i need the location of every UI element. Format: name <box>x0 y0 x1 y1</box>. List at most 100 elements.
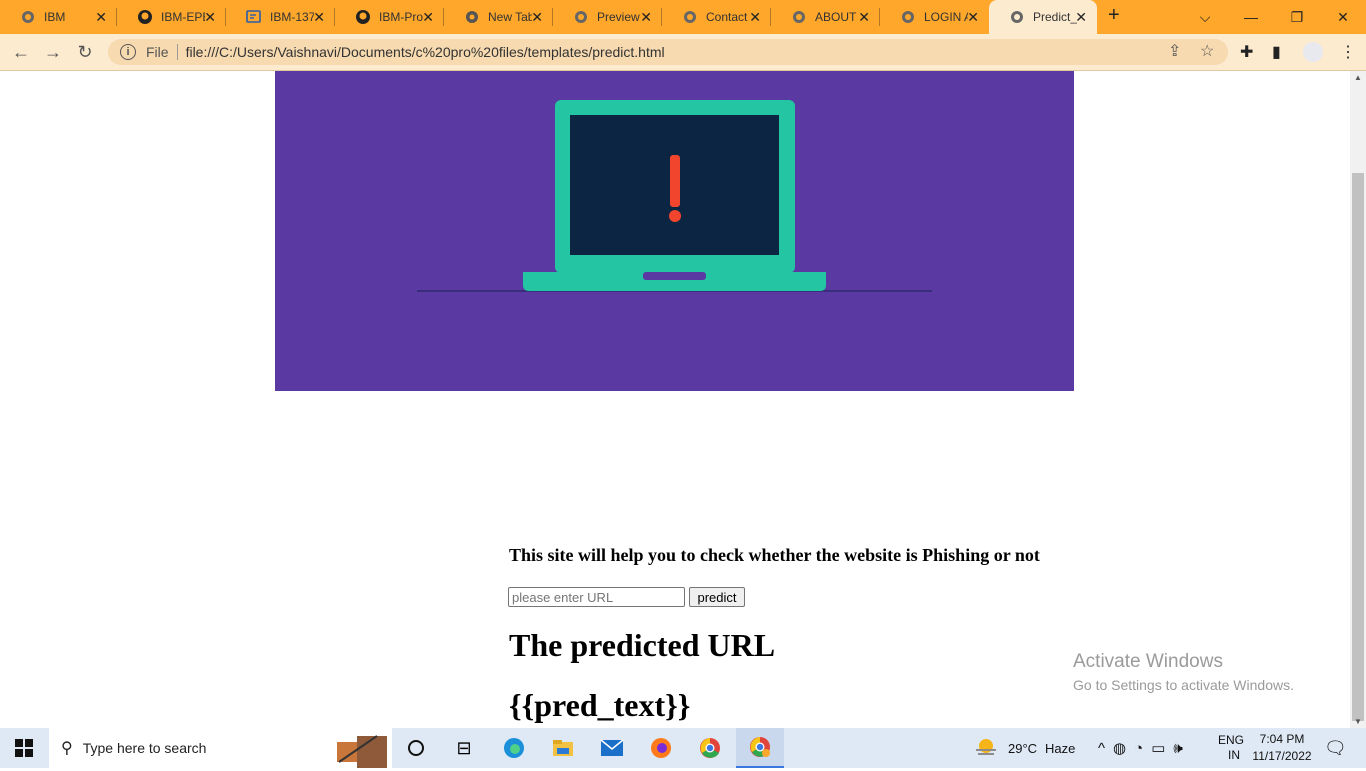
url-input[interactable] <box>508 587 685 607</box>
wifi-icon[interactable]: ◔ <box>1134 740 1143 757</box>
predicted-heading: The predicted URL <box>509 627 776 663</box>
tab-ibm-epe[interactable]: IBM-EPE ✕ <box>117 0 226 34</box>
side-panel-icon[interactable]: ▮ <box>1272 42 1281 62</box>
tab-label: New Tab <box>488 10 532 24</box>
file-label: File <box>146 44 169 60</box>
restore-button[interactable]: ❐ <box>1274 0 1320 34</box>
bookmark-star-icon[interactable]: ☆ <box>1200 41 1214 61</box>
volume-icon[interactable]: 🕪 <box>1173 740 1182 757</box>
lang-top: ENG <box>1218 733 1245 747</box>
language-indicator[interactable]: ENG IN <box>1218 728 1244 768</box>
tab-preview[interactable]: Preview ✕ <box>553 0 662 34</box>
firefox-icon[interactable] <box>649 736 673 760</box>
tab-login[interactable]: LOGIN A ✕ <box>880 0 989 34</box>
globe-icon <box>682 9 698 25</box>
tab-search-chevron-icon[interactable]: ⌵ <box>1182 0 1228 34</box>
network-icon[interactable]: ◍ <box>1113 739 1126 757</box>
minimize-button[interactable]: — <box>1228 0 1274 34</box>
globe-icon <box>20 9 36 25</box>
tab-ibm[interactable]: IBM ✕ <box>0 0 117 34</box>
new-tab-button[interactable]: + <box>1108 4 1120 27</box>
weather-temp: 29°C <box>1008 740 1038 756</box>
scrollbar-thumb[interactable] <box>1352 173 1364 721</box>
info-icon[interactable]: i <box>120 44 136 60</box>
close-tab-icon[interactable]: ✕ <box>95 9 107 26</box>
close-tab-icon[interactable]: ✕ <box>531 9 543 26</box>
close-tab-icon[interactable]: ✕ <box>858 9 870 26</box>
tab-label: Preview <box>597 10 640 24</box>
search-placeholder: Type here to search <box>82 740 207 756</box>
url-text[interactable]: file:///C:/Users/Vaishnavi/Documents/c%2… <box>186 44 665 60</box>
chrome-icon <box>464 9 480 25</box>
globe-icon <box>573 9 589 25</box>
menu-icon[interactable]: ⋮ <box>1340 42 1356 62</box>
scroll-down-icon[interactable]: ▼ <box>1354 717 1362 726</box>
tab-label: ABOUT <box>815 10 857 24</box>
watermark-subtitle: Go to Settings to activate Windows. <box>1073 677 1294 693</box>
chrome-active-icon[interactable] <box>736 728 784 768</box>
edge-icon[interactable] <box>502 736 526 760</box>
chrome-icon[interactable] <box>698 736 722 760</box>
taskbar-search[interactable]: ⚲ Type here to search <box>49 728 392 768</box>
tab-label: Predict_ <box>1033 10 1077 24</box>
page-title: This site will help you to check whether… <box>509 545 1040 565</box>
search-highlight-icon <box>317 732 391 771</box>
tab-label: IBM <box>44 10 66 24</box>
tab-label: Contact <box>706 10 748 24</box>
watermark-title: Activate Windows <box>1073 651 1223 672</box>
tab-new-tab[interactable]: New Tab ✕ <box>444 0 553 34</box>
predict-button[interactable]: predict <box>689 587 745 607</box>
tab-ibm-pro[interactable]: IBM-Pro ✕ <box>335 0 444 34</box>
show-hidden-icons-icon[interactable]: ^ <box>1098 740 1105 757</box>
share-icon[interactable]: ⇪ <box>1168 41 1181 61</box>
tab-strip: IBM ✕ IBM-EPE ✕ IBM-137 ✕ IBM-Pro ✕ New … <box>0 0 1366 34</box>
battery-icon[interactable]: ▭ <box>1151 739 1165 757</box>
close-tab-icon[interactable]: ✕ <box>313 9 325 26</box>
mail-icon[interactable] <box>600 736 624 760</box>
extensions-icon[interactable]: ✚ <box>1240 42 1253 62</box>
windows-taskbar: ⚲ Type here to search ⊟ 29°C Haze ^ ◍ ◔ … <box>0 728 1366 768</box>
address-bar[interactable]: i File file:///C:/Users/Vaishnavi/Docume… <box>108 39 1228 65</box>
close-tab-icon[interactable]: ✕ <box>422 9 434 26</box>
search-icon: ⚲ <box>61 740 73 757</box>
scroll-up-icon[interactable]: ▲ <box>1354 73 1362 82</box>
task-view-icon[interactable]: ⊟ <box>452 736 476 760</box>
tab-label: IBM-Pro <box>379 10 423 24</box>
clock-date: 11/17/2022 <box>1252 749 1312 763</box>
github-icon <box>137 9 153 25</box>
globe-icon <box>791 9 807 25</box>
globe-icon <box>1009 9 1025 25</box>
scrollbar[interactable]: ▲ ▼ <box>1350 71 1366 728</box>
tab-contact[interactable]: Contact ✕ <box>662 0 771 34</box>
close-tab-icon[interactable]: ✕ <box>749 9 761 26</box>
close-tab-icon[interactable]: ✕ <box>967 9 979 26</box>
weather-haze-icon <box>974 737 998 760</box>
hero-illustration <box>275 71 1074 391</box>
close-tab-icon[interactable]: ✕ <box>1075 9 1087 26</box>
tab-label: LOGIN A <box>924 10 968 24</box>
tab-label: IBM-EPE <box>161 10 205 24</box>
activate-windows-watermark: Activate Windows Go to Settings to activ… <box>1073 651 1294 693</box>
clock[interactable]: 7:04 PM 11/17/2022 <box>1252 728 1312 768</box>
forward-button[interactable]: → <box>42 41 64 63</box>
avatar[interactable] <box>1302 41 1324 68</box>
reload-button[interactable]: ↻ <box>74 41 96 63</box>
clock-time: 7:04 PM <box>1259 732 1305 746</box>
browser-toolbar: ← → ↻ i File file:///C:/Users/Vaishnavi/… <box>0 34 1366 71</box>
close-tab-icon[interactable]: ✕ <box>640 9 652 26</box>
prediction-result: {{pred_text}} <box>509 687 691 723</box>
file-explorer-icon[interactable] <box>551 736 575 760</box>
tab-predict[interactable]: Predict_ ✕ <box>989 0 1097 34</box>
weather-widget[interactable]: 29°C Haze <box>974 728 1075 768</box>
cortana-icon[interactable] <box>404 736 428 760</box>
globe-icon <box>900 9 916 25</box>
close-tab-icon[interactable]: ✕ <box>204 9 216 26</box>
tab-about[interactable]: ABOUT ✕ <box>771 0 880 34</box>
tab-ibm-137[interactable]: IBM-137 ✕ <box>226 0 335 34</box>
windows-start-icon[interactable] <box>12 736 36 760</box>
close-window-button[interactable]: ✕ <box>1320 0 1366 34</box>
page-content: This site will help you to check whether… <box>0 71 1350 728</box>
system-tray: ^ ◍ ◔ ▭ 🕪 <box>1098 728 1183 768</box>
back-button[interactable]: ← <box>10 41 32 63</box>
notifications-icon[interactable]: 🗨 <box>1324 728 1347 768</box>
